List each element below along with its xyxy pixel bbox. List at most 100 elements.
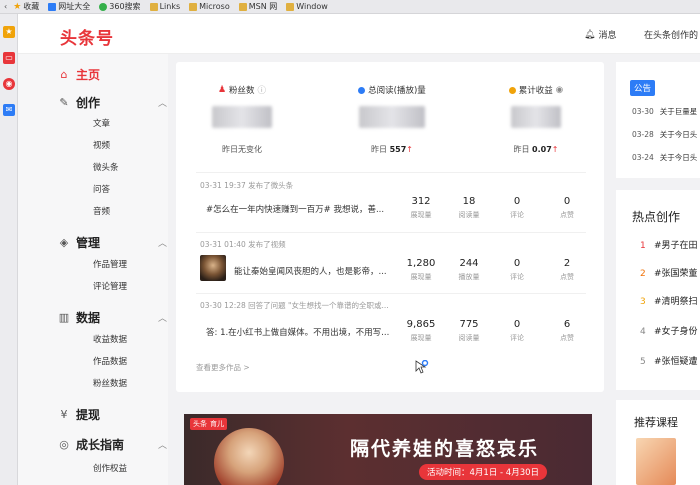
tv-icon[interactable]: ▭ (3, 52, 15, 64)
banner-title: 隔代养娃的喜怒哀乐 (350, 438, 540, 460)
mouse-cursor-icon (415, 360, 429, 374)
divider (196, 232, 586, 233)
nav-sub-micro-post[interactable]: 微头条 (93, 161, 119, 173)
info-icon[interactable]: ⓘ (258, 84, 267, 96)
fans-value-blurred (212, 106, 272, 128)
fans-yesterday: 昨日无变化 (222, 145, 262, 154)
nav-sub-article[interactable]: 文章 (93, 117, 110, 129)
bookmark-windows[interactable]: Window (286, 2, 328, 11)
nav-sub-video[interactable]: 视频 (93, 139, 110, 151)
folder-icon (238, 2, 247, 11)
bookmark-links[interactable]: Links (149, 2, 180, 11)
nav-withdraw[interactable]: ¥ 提现 (58, 406, 101, 423)
nav-sub-fans-data[interactable]: 粉丝数据 (93, 377, 127, 389)
hot-topic-item[interactable]: 1 #男子在田 (640, 238, 698, 251)
metric-likes: 2 点赞 (560, 258, 574, 281)
bookmarks-bar: ‹ ★ 收藏 网址大全 360搜索 Links Microso MSN 网 Win… (0, 0, 700, 14)
nav-sub-works-manage[interactable]: 作品管理 (93, 258, 127, 270)
reads-value-blurred (359, 106, 425, 128)
post-title[interactable]: 答: 1.在小红书上做自媒体。不用出境，不用写... (206, 326, 389, 338)
eye-icon[interactable]: ◉ (556, 85, 563, 95)
growth-icon: ◎ (59, 438, 69, 451)
metric-comments: 0 评论 (510, 258, 524, 281)
app-header: 头条号 🔔︎ 消息 在头条创作的 (18, 14, 700, 54)
reads-yesterday: 昨日 557↑ (371, 145, 413, 154)
recommended-courses-panel: 推荐课程 (616, 400, 700, 485)
bookmark-hao[interactable]: 网址大全 (48, 1, 90, 12)
stat-total-reads[interactable]: 总阅读(播放)量 昨日 557↑ (332, 84, 452, 155)
bell-icon: 🔔︎ (584, 29, 596, 40)
video-thumbnail[interactable] (200, 255, 226, 281)
metric-reads: 775 阅读量 (458, 319, 480, 342)
arrow-up-icon: ↑ (406, 145, 413, 154)
view-more-works-link[interactable]: 查看更多作品 > (196, 362, 250, 373)
globe-icon (48, 2, 57, 11)
chevron-up-icon[interactable]: ︿ (158, 236, 167, 249)
browser-sidebar: ★ ▭ ◉ ✉ (0, 14, 18, 485)
nav-manage[interactable]: ◈ 管理 (58, 234, 100, 251)
nav-create[interactable]: ✎ 创作 (58, 94, 100, 111)
notice-item[interactable]: 03-30 关于巨量星 (632, 106, 697, 117)
reads-dot-icon (358, 86, 366, 94)
star-icon: ★ (13, 1, 22, 12)
income-value-blurred (511, 106, 561, 128)
stat-fans[interactable]: ♟ 粉丝数 ⓘ 昨日无变化 (182, 84, 302, 155)
chevron-up-icon[interactable]: ︿ (158, 96, 167, 109)
yen-icon: ¥ (60, 408, 68, 421)
nav-sub-income-data[interactable]: 收益数据 (93, 333, 127, 345)
nav-growth-guide[interactable]: ◎ 成长指南 (58, 436, 124, 453)
hot-topics-title: 热点创作 (632, 210, 681, 224)
nav-sub-audio[interactable]: 音频 (93, 205, 110, 217)
notice-panel: 公告 03-30 关于巨量星 03-28 关于今日头 03-24 关于今日头 (616, 62, 700, 178)
notice-tab[interactable]: 公告 (630, 80, 656, 96)
stat-income[interactable]: 累计收益 ◉ 昨日 0.07↑ (476, 84, 596, 155)
notice-item[interactable]: 03-28 关于今日头 (632, 129, 697, 140)
messages-label: 消息 (598, 31, 617, 41)
hot-topics-panel: 热点创作 1 #男子在田 2 #张国荣董 3 #清明祭扫 4 #女子身份 5 #张恒疑遭 (616, 190, 700, 390)
metric-plays: 244 播放量 (458, 258, 480, 281)
bookmark-favorites[interactable]: ★ 收藏 (13, 1, 39, 12)
recommended-courses-title: 推荐课程 (634, 416, 678, 429)
toutiao-logo[interactable]: 头条号 (60, 24, 114, 49)
messages-button[interactable]: 🔔︎ 消息 (584, 28, 617, 42)
banner-illustration (214, 428, 284, 485)
hot-topic-item[interactable]: 5 #张恒疑遭 (640, 354, 698, 367)
weibo-icon[interactable]: ◉ (3, 78, 15, 90)
favorites-star-icon[interactable]: ★ (3, 26, 15, 38)
hot-topic-item[interactable]: 2 #张国荣董 (640, 266, 698, 279)
nav-data[interactable]: ▥ 数据 (58, 309, 100, 326)
post-title[interactable]: 能让秦始皇闻风丧胆的人，也是影帝，... (234, 265, 387, 277)
mail-icon[interactable]: ✉ (3, 104, 15, 116)
hot-topic-item[interactable]: 4 #女子身份 (640, 324, 698, 337)
bookmark-msn[interactable]: MSN 网 (238, 1, 277, 12)
bookmark-360-search[interactable]: 360搜索 (99, 1, 141, 12)
notice-item[interactable]: 03-24 关于今日头 (632, 152, 697, 163)
nav-sub-creator-rights[interactable]: 创作权益 (93, 462, 127, 474)
nav-sub-comments-manage[interactable]: 评论管理 (93, 280, 127, 292)
search-engine-icon (99, 2, 108, 11)
chevron-up-icon[interactable]: ︿ (158, 438, 167, 451)
course-thumbnail[interactable] (636, 438, 676, 485)
post-title[interactable]: #怎么在一年内快速赚到一百万# 我想说，善... (206, 203, 384, 215)
hot-topic-item[interactable]: 3 #清明祭扫 (640, 294, 698, 307)
post-meta: 03-31 19:37 发布了微头条 (200, 181, 294, 190)
nav-home[interactable]: ⌂ 主页 (58, 66, 101, 83)
nav-sub-qa[interactable]: 问答 (93, 183, 110, 195)
income-yesterday: 昨日 0.07↑ (513, 145, 559, 154)
arrow-up-icon: ↑ (551, 145, 559, 154)
metric-impressions: 312 展现量 (410, 196, 432, 219)
activity-banner[interactable]: 头条 育儿 隔代养娃的喜怒哀乐 活动时间：4月1日 - 4月30日 (184, 414, 592, 485)
creator-link[interactable]: 在头条创作的 (644, 28, 698, 41)
banner-date: 活动时间：4月1日 - 4月30日 (419, 464, 548, 480)
folder-icon (286, 2, 295, 11)
chevron-up-icon[interactable]: ︿ (158, 311, 167, 324)
bookmarks-back-arrow-icon[interactable]: ‹ (4, 2, 7, 11)
metric-comments: 0 评论 (510, 319, 524, 342)
divider (196, 172, 586, 173)
post-meta: 03-31 01:40 发布了视频 (200, 240, 286, 249)
nav-sub-works-data[interactable]: 作品数据 (93, 355, 127, 367)
layers-icon: ◈ (59, 236, 69, 249)
dashboard-card: ♟ 粉丝数 ⓘ 昨日无变化 总阅读(播放)量 昨日 557↑ 累计收益 ◉ 昨日 0.… (176, 62, 604, 392)
home-icon: ⌂ (60, 68, 68, 81)
bookmark-microsoft[interactable]: Microso (189, 2, 230, 11)
